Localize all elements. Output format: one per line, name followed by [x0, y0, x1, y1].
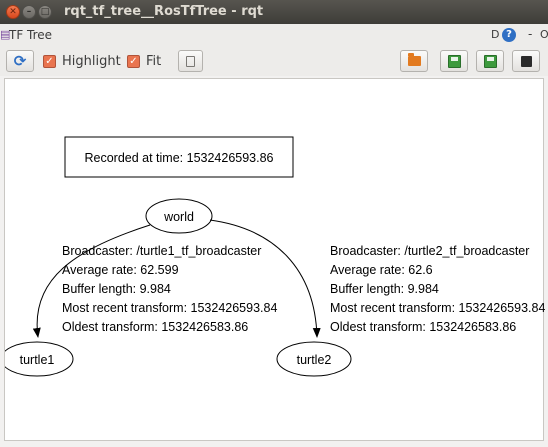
fit-label: Fit: [146, 53, 162, 69]
refresh-icon: ⟳: [13, 52, 27, 70]
window-minimize-button[interactable]: –: [22, 5, 36, 19]
window-title: rqt_tf_tree__RosTfTree - rqt: [64, 4, 264, 19]
fit-in-view-button[interactable]: [178, 50, 203, 72]
node-turtle1-label: turtle1: [20, 353, 55, 367]
edge2-oldest: Oldest transform: 1532426583.86: [330, 320, 516, 334]
highlight-label: Highlight: [62, 53, 121, 69]
edge2-broadcaster: Broadcaster: /turtle2_tf_broadcaster: [330, 244, 529, 258]
dock-button[interactable]: D: [491, 28, 499, 41]
edge1-most-recent: Most recent transform: 1532426593.84: [62, 301, 277, 315]
minimize-plugin-button[interactable]: -: [528, 27, 532, 41]
tf-graph: Recorded at time: 1532426593.86 world tu…: [5, 136, 545, 377]
highlight-check-icon: ✓: [43, 54, 56, 68]
edge1-oldest: Oldest transform: 1532426583.86: [62, 320, 248, 334]
refresh-button[interactable]: ⟳: [6, 50, 34, 72]
image-icon: [520, 55, 532, 67]
tf-graph-canvas[interactable]: Recorded at time: 1532426593.86 world tu…: [4, 78, 545, 441]
edge2-most-recent: Most recent transform: 1532426593.84: [330, 301, 545, 315]
edge2-buffer-length: Buffer length: 9.984: [330, 282, 439, 296]
highlight-checkbox[interactable]: ✓ Highlight: [43, 53, 121, 69]
fit-view-icon: [186, 55, 195, 67]
close-plugin-button[interactable]: O: [540, 28, 548, 41]
node-world-label: world: [163, 210, 194, 224]
recorded-time-label: Recorded at time: 1532426593.86: [84, 151, 273, 165]
load-dot-button[interactable]: [400, 50, 428, 72]
save-icon: [447, 54, 461, 68]
window-close-button[interactable]: ✕: [6, 5, 20, 19]
save-svg-button[interactable]: [476, 50, 504, 72]
save-image-icon: [483, 54, 497, 68]
save-dot-button[interactable]: [440, 50, 468, 72]
edge2-average-rate: Average rate: 62.6: [330, 263, 433, 277]
window-titlebar: ✕ – □ rqt_tf_tree__RosTfTree - rqt: [0, 0, 548, 24]
edge1-buffer-length: Buffer length: 9.984: [62, 282, 171, 296]
save-image-button[interactable]: [512, 50, 540, 72]
edge1-average-rate: Average rate: 62.599: [62, 263, 179, 277]
folder-icon: [407, 53, 421, 66]
edge1-broadcaster: Broadcaster: /turtle1_tf_broadcaster: [62, 244, 261, 258]
fit-check-icon: ✓: [127, 54, 140, 68]
fit-checkbox[interactable]: ✓ Fit: [127, 53, 161, 69]
window-maximize-button[interactable]: □: [38, 5, 52, 19]
toolbar: ⟳ ✓ Highlight ✓ Fit: [0, 46, 548, 76]
help-icon[interactable]: ?: [502, 28, 516, 42]
plugin-header: ▤ TF Tree D ? - O: [0, 24, 548, 46]
node-turtle2-label: turtle2: [297, 353, 332, 367]
plugin-title: TF Tree: [9, 28, 53, 42]
